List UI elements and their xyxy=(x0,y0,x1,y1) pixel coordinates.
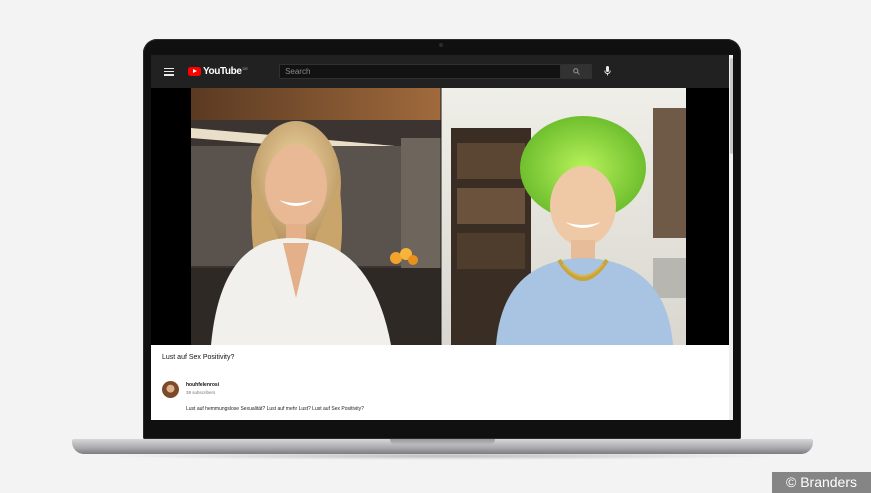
youtube-play-icon xyxy=(188,67,201,76)
browser-viewport: YouTube DE Search Lust auf Sex Positivit… xyxy=(151,55,733,420)
search-button[interactable] xyxy=(561,64,593,79)
channel-name[interactable]: houhfelenrosi xyxy=(186,382,219,388)
youtube-logo-text: YouTube xyxy=(203,66,242,77)
search-input[interactable] xyxy=(279,64,562,79)
scrollbar-thumb[interactable] xyxy=(729,58,733,154)
laptop-opening-notch xyxy=(390,439,495,445)
video-player[interactable] xyxy=(151,88,733,345)
search-icon xyxy=(572,68,580,75)
subscriber-count: 39 subscribers xyxy=(186,390,216,395)
microphone-icon[interactable] xyxy=(604,63,611,81)
channel-avatar[interactable] xyxy=(162,381,179,398)
youtube-logo[interactable]: YouTube DE xyxy=(188,66,248,77)
page-scrollbar[interactable] xyxy=(729,55,733,420)
country-code: DE xyxy=(242,66,249,71)
youtube-header: YouTube DE xyxy=(151,55,733,88)
video-description: Lust auf hemmungslose Sexualität? Lust a… xyxy=(186,406,364,412)
split-screen-video-still xyxy=(191,88,686,345)
hamburger-menu-icon[interactable] xyxy=(164,67,174,76)
laptop-base xyxy=(72,439,813,454)
video-frame[interactable] xyxy=(191,88,686,345)
copyright-watermark: © Branders xyxy=(772,472,871,493)
video-title: Lust auf Sex Positivity? xyxy=(162,354,235,361)
laptop-screen-frame: YouTube DE Search Lust auf Sex Positivit… xyxy=(143,39,741,439)
camera-dot xyxy=(439,43,443,47)
video-info-panel: Lust auf Sex Positivity? houhfelenrosi 3… xyxy=(151,345,733,420)
